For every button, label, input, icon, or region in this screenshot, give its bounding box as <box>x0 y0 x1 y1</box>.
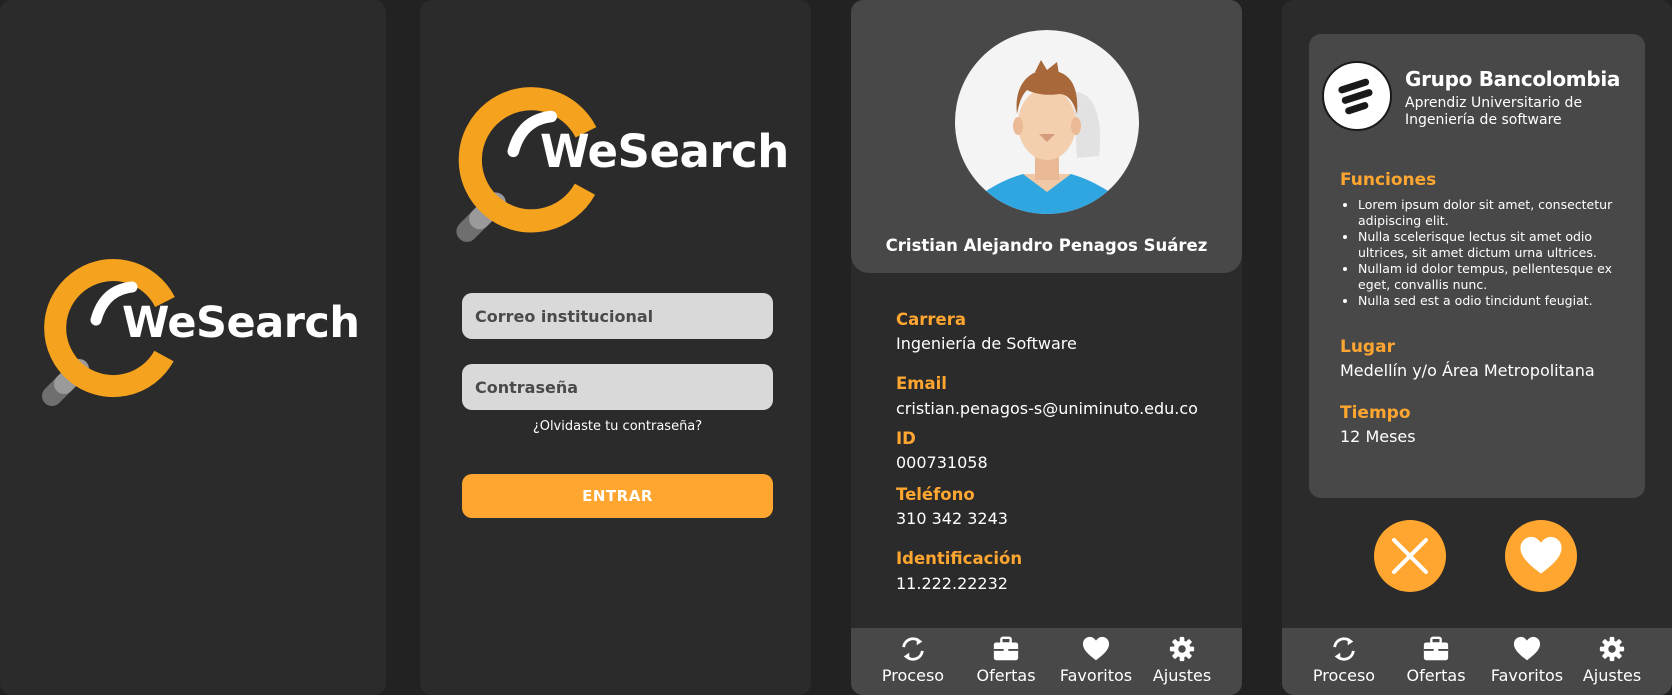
heart-icon <box>1513 635 1541 663</box>
nav-item-favoritos[interactable]: Favoritos <box>1482 635 1572 685</box>
wesearch-logo: WeSearch <box>34 258 360 408</box>
time-label: Tiempo <box>1340 403 1411 423</box>
nav-item-ofertas[interactable]: Ofertas <box>961 635 1051 685</box>
id-label: ID <box>896 429 916 448</box>
nav-label: Ofertas <box>1406 666 1466 685</box>
nav-label: Ajustes <box>1582 666 1642 685</box>
login-screen: WeSearch ¿Olvidaste tu contraseña? ENTRA… <box>420 0 811 695</box>
bottom-nav: Proceso Ofertas Favoritos Ajustes <box>1282 628 1672 695</box>
functions-label: Funciones <box>1340 170 1437 190</box>
email-value: cristian.penagos-s@uniminuto.edu.co <box>896 399 1198 418</box>
bancolombia-logo-icon <box>1338 78 1373 115</box>
heart-icon <box>1519 534 1563 578</box>
nav-label: Proceso <box>1312 666 1376 685</box>
company-logo <box>1322 61 1392 131</box>
profile-screen: Cristian Alejandro Penagos Suárez Carrer… <box>851 0 1242 695</box>
identification-label: Identificación <box>896 549 1023 568</box>
id-value: 000731058 <box>896 453 988 472</box>
list-item: Lorem ipsum dolor sit amet, consectetur … <box>1358 197 1633 229</box>
phone-label: Teléfono <box>896 485 975 504</box>
career-label: Carrera <box>896 310 966 329</box>
user-avatar-icon <box>955 60 1139 214</box>
list-item: Nulla scelerisque lectus sit amet odio u… <box>1358 229 1633 261</box>
job-title: Aprendiz Universitario de Ingeniería de … <box>1405 95 1583 128</box>
login-button[interactable]: ENTRAR <box>462 474 773 518</box>
avatar <box>955 30 1139 214</box>
nav-item-ajustes[interactable]: Ajustes <box>1567 635 1657 685</box>
nav-label: Favoritos <box>1490 666 1564 685</box>
profile-header: Cristian Alejandro Penagos Suárez <box>851 0 1242 273</box>
nav-item-favoritos[interactable]: Favoritos <box>1051 635 1141 685</box>
place-label: Lugar <box>1340 337 1395 357</box>
logo-text: WeSearch <box>122 298 360 348</box>
bottom-nav: Proceso Ofertas Favoritos Ajustes <box>851 628 1242 695</box>
briefcase-icon <box>992 635 1020 663</box>
logo-text: WeSearch <box>540 125 789 178</box>
list-item: Nullam id dolor tempus, pellentesque ex … <box>1358 261 1633 293</box>
functions-list: Lorem ipsum dolor sit amet, consectetur … <box>1340 197 1633 309</box>
reject-button[interactable] <box>1374 520 1446 592</box>
wesearch-logo: WeSearch <box>448 86 789 244</box>
forgot-password-link[interactable]: ¿Olvidaste tu contraseña? <box>462 419 773 434</box>
briefcase-icon <box>1422 635 1450 663</box>
nav-item-ofertas[interactable]: Ofertas <box>1391 635 1481 685</box>
heart-icon <box>1082 635 1110 663</box>
refresh-icon <box>1330 635 1358 663</box>
splash-screen: WeSearch <box>0 0 386 695</box>
like-button[interactable] <box>1505 520 1577 592</box>
identification-value: 11.222.22232 <box>896 574 1008 593</box>
close-icon <box>1392 538 1428 574</box>
profile-name: Cristian Alejandro Penagos Suárez <box>885 236 1208 255</box>
gear-icon <box>1168 635 1196 663</box>
nav-label: Favoritos <box>1059 666 1133 685</box>
email-label: Email <box>896 374 947 393</box>
refresh-icon <box>899 635 927 663</box>
nav-label: Ofertas <box>976 666 1036 685</box>
time-value: 12 Meses <box>1340 427 1416 446</box>
company-name: Grupo Bancolombia <box>1405 67 1621 91</box>
password-field[interactable] <box>462 364 773 410</box>
nav-label: Proceso <box>881 666 945 685</box>
career-value: Ingeniería de Software <box>896 334 1077 353</box>
nav-item-ajustes[interactable]: Ajustes <box>1137 635 1227 685</box>
offer-screen: Grupo Bancolombia Aprendiz Universitario… <box>1282 0 1672 695</box>
nav-label: Ajustes <box>1152 666 1212 685</box>
gear-icon <box>1598 635 1626 663</box>
list-item: Nulla sed est a odio tincidunt feugiat. <box>1358 293 1633 309</box>
email-field[interactable] <box>462 293 773 339</box>
place-value: Medellín y/o Área Metropolitana <box>1340 361 1595 380</box>
nav-item-proceso[interactable]: Proceso <box>1299 635 1389 685</box>
nav-item-proceso[interactable]: Proceso <box>868 635 958 685</box>
phone-value: 310 342 3243 <box>896 509 1008 528</box>
